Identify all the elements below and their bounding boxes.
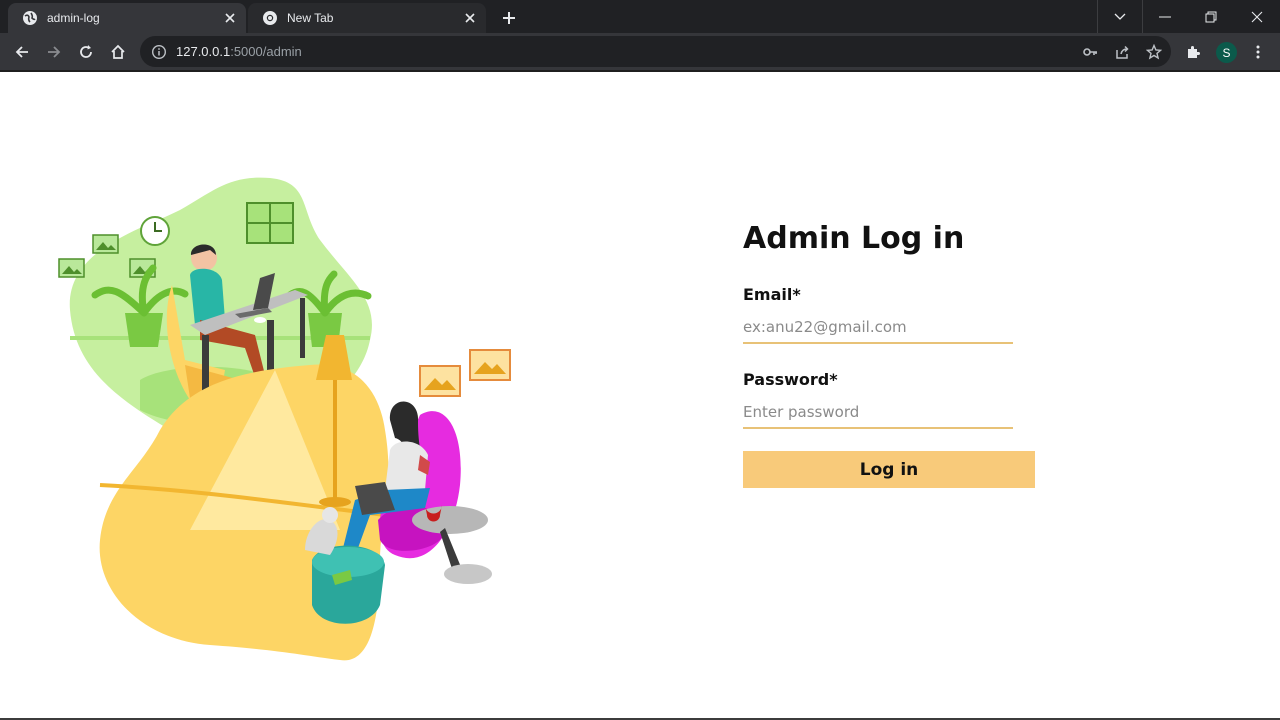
- password-group: Password*: [743, 371, 1043, 429]
- reload-button[interactable]: [72, 38, 100, 66]
- share-icon: [1116, 45, 1129, 59]
- more-vert-icon: [1256, 45, 1260, 59]
- chrome-icon: [262, 10, 278, 26]
- close-tab-icon[interactable]: [460, 8, 480, 28]
- restore-button[interactable]: [1188, 0, 1234, 33]
- tab-admin-log[interactable]: admin-log: [8, 3, 246, 33]
- reload-icon: [80, 45, 92, 58]
- tab-search-button[interactable]: [1097, 0, 1143, 33]
- login-form: Admin Log in Email* Password* Log in: [743, 220, 1043, 488]
- share-button[interactable]: [1108, 38, 1136, 66]
- work-from-home-illustration: [58, 177, 511, 661]
- new-tab-button[interactable]: [496, 5, 522, 31]
- back-button[interactable]: [8, 38, 36, 66]
- globe-icon: [22, 10, 38, 26]
- plus-icon: [503, 12, 515, 24]
- restore-icon: [1205, 11, 1217, 22]
- url-text: 127.0.0.1:5000/admin: [176, 44, 302, 59]
- info-icon[interactable]: [151, 44, 167, 60]
- email-label: Email*: [743, 285, 801, 304]
- page-title: Admin Log in: [743, 221, 965, 256]
- browser-toolbar: 127.0.0.1:5000/admin S: [0, 33, 1280, 70]
- bookmark-button[interactable]: [1140, 38, 1168, 66]
- arrow-right-icon: [48, 46, 61, 58]
- menu-button[interactable]: [1244, 38, 1272, 66]
- star-icon: [1146, 44, 1162, 60]
- home-button[interactable]: [104, 38, 132, 66]
- arrow-left-icon: [15, 46, 28, 58]
- tab-title: New Tab: [287, 11, 334, 25]
- extensions-button[interactable]: [1180, 38, 1208, 66]
- home-icon: [111, 44, 125, 59]
- minimize-icon: [1159, 16, 1171, 17]
- close-tab-icon[interactable]: [220, 8, 240, 28]
- minimize-button[interactable]: [1142, 0, 1188, 33]
- tab-title: admin-log: [47, 11, 100, 25]
- tab-new-tab[interactable]: New Tab: [248, 3, 486, 33]
- toolbar-divider: [0, 70, 1280, 72]
- url-host: 127.0.0.1: [176, 44, 231, 59]
- key-icon: [1083, 48, 1097, 56]
- email-field[interactable]: [743, 312, 1013, 344]
- tab-strip: admin-log New Tab: [0, 0, 1280, 33]
- chevron-down-icon: [1114, 13, 1126, 20]
- password-label: Password*: [743, 370, 838, 389]
- profile-avatar[interactable]: S: [1216, 42, 1237, 63]
- passwords-button[interactable]: [1076, 38, 1104, 66]
- address-bar[interactable]: 127.0.0.1:5000/admin: [140, 36, 1171, 67]
- login-button[interactable]: Log in: [743, 451, 1035, 488]
- close-window-button[interactable]: [1234, 0, 1280, 33]
- password-field[interactable]: [743, 397, 1013, 429]
- email-group: Email*: [743, 286, 1043, 344]
- url-path: :5000/admin: [230, 44, 302, 59]
- close-icon: [1251, 11, 1263, 22]
- puzzle-icon: [1188, 46, 1200, 58]
- forward-button[interactable]: [40, 38, 68, 66]
